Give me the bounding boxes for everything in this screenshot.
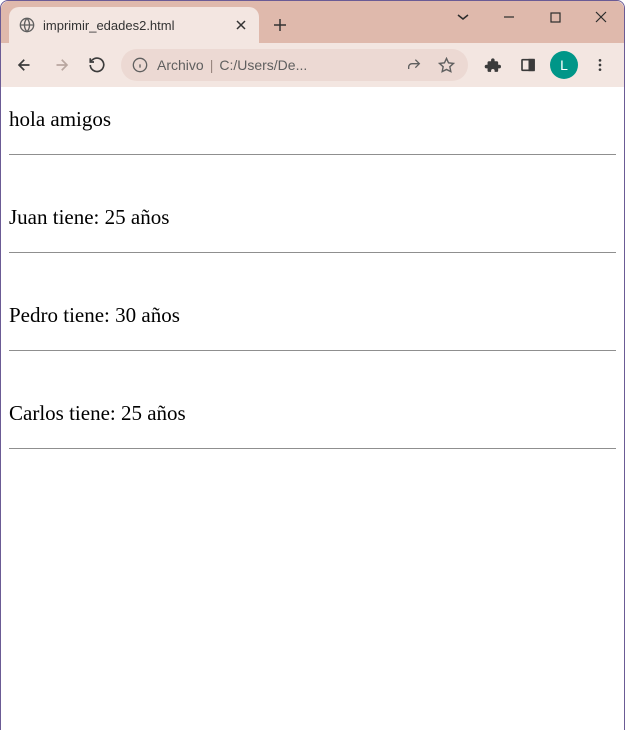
greeting-text: hola amigos <box>9 107 616 132</box>
forward-button[interactable] <box>45 49 77 81</box>
greeting-block: hola amigos <box>9 107 616 155</box>
divider <box>9 154 616 155</box>
profile-avatar[interactable]: L <box>550 51 578 79</box>
entry-block: Carlos tiene: 25 años <box>9 401 616 449</box>
browser-toolbar: Archivo | C:/Users/De... L <box>1 43 624 87</box>
share-icon[interactable] <box>402 53 426 77</box>
info-icon[interactable] <box>131 56 149 74</box>
minimize-button[interactable] <box>486 1 532 33</box>
browser-tab[interactable]: imprimir_edades2.html <box>9 7 259 43</box>
maximize-button[interactable] <box>532 1 578 33</box>
star-icon[interactable] <box>434 53 458 77</box>
globe-icon <box>19 17 35 33</box>
entry-block: Pedro tiene: 30 años <box>9 303 616 351</box>
page-content: hola amigos Juan tiene: 25 años Pedro tie… <box>1 87 624 731</box>
address-separator: | <box>210 57 214 73</box>
close-window-button[interactable] <box>578 1 624 33</box>
entry-text: Juan tiene: 25 años <box>9 205 616 230</box>
tab-strip: imprimir_edades2.html <box>1 1 295 43</box>
window-titlebar: imprimir_edades2.html <box>1 1 624 43</box>
new-tab-button[interactable] <box>265 10 295 40</box>
avatar-initial: L <box>560 57 568 73</box>
entry-block: Juan tiene: 25 años <box>9 205 616 253</box>
window-controls <box>440 1 624 43</box>
address-text: Archivo | C:/Users/De... <box>157 57 394 73</box>
tab-title: imprimir_edades2.html <box>43 18 225 33</box>
side-panel-button[interactable] <box>512 49 544 81</box>
divider <box>9 350 616 351</box>
address-url: C:/Users/De... <box>219 57 307 73</box>
entry-text: Carlos tiene: 25 años <box>9 401 616 426</box>
extensions-button[interactable] <box>476 49 508 81</box>
close-icon[interactable] <box>233 17 249 33</box>
menu-button[interactable] <box>584 49 616 81</box>
divider <box>9 252 616 253</box>
address-prefix: Archivo <box>157 57 204 73</box>
reload-button[interactable] <box>81 49 113 81</box>
entry-text: Pedro tiene: 30 años <box>9 303 616 328</box>
chevron-down-icon[interactable] <box>440 1 486 33</box>
divider <box>9 448 616 449</box>
back-button[interactable] <box>9 49 41 81</box>
address-bar[interactable]: Archivo | C:/Users/De... <box>121 49 468 81</box>
